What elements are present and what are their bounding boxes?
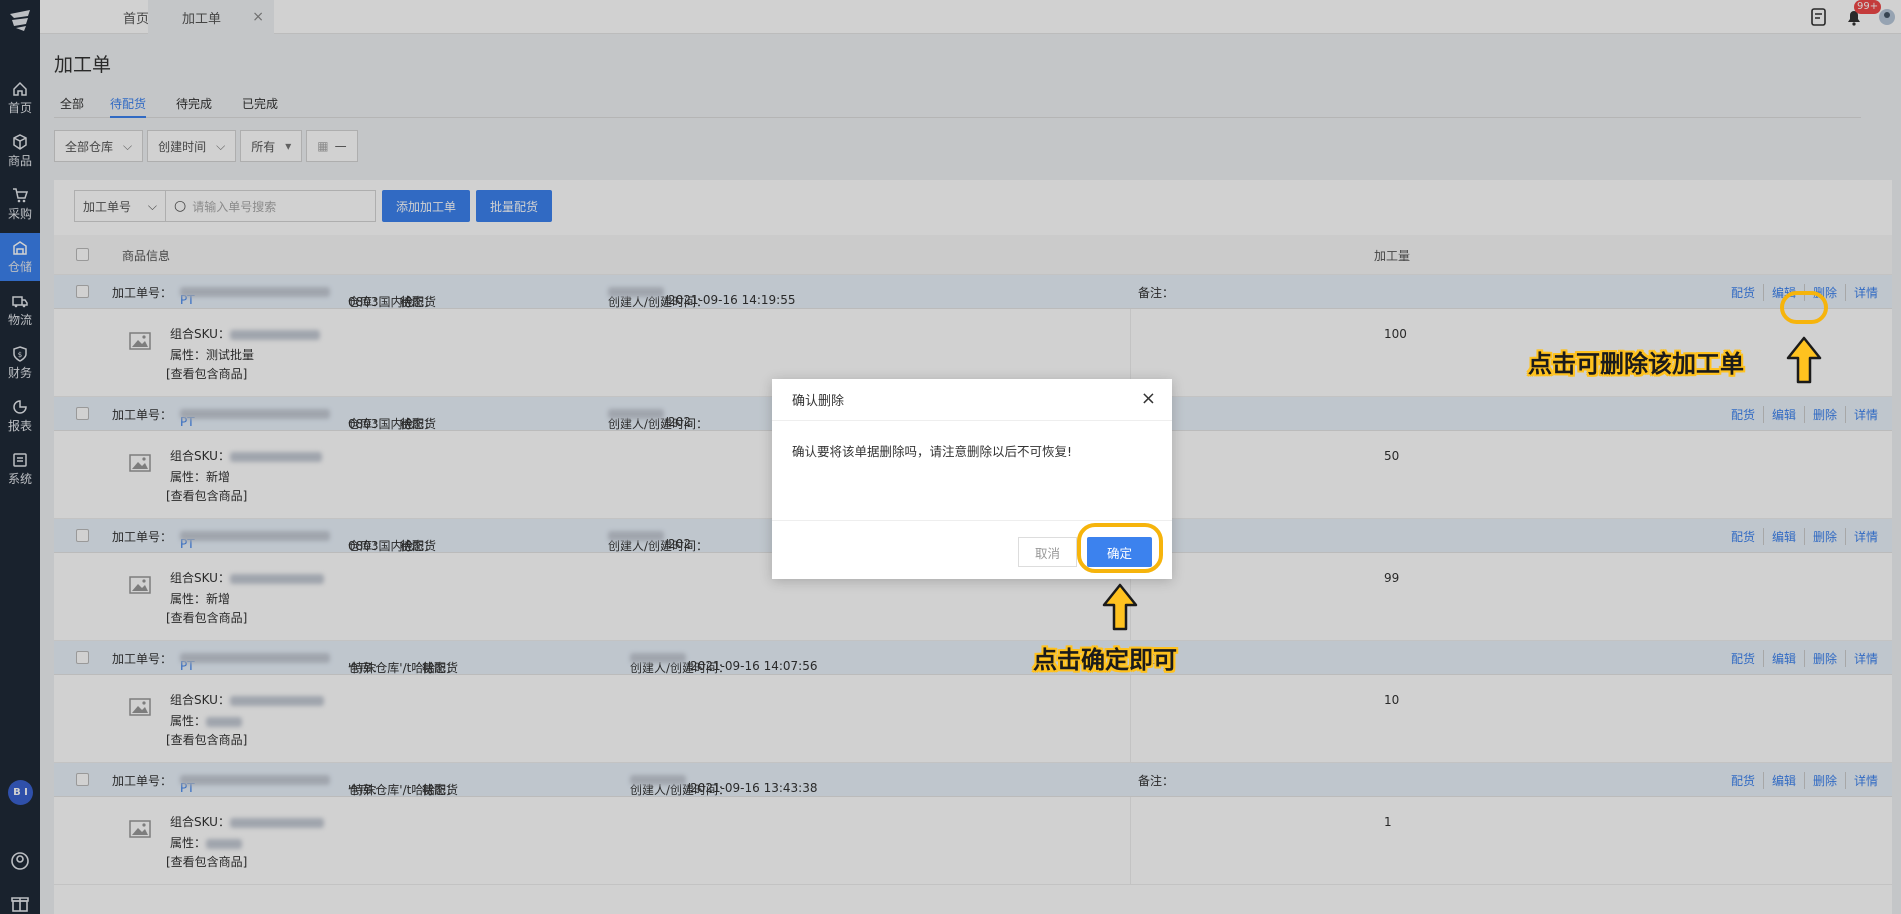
dialog-header: 确认删除 × <box>772 379 1172 421</box>
arrow-up-icon <box>1102 583 1138 631</box>
delete-hint-text: 点击可删除该加工单 <box>1528 350 1744 378</box>
dialog-title: 确认删除 <box>792 394 845 409</box>
dialog-message: 确认要将该单据删除吗，请注意删除以后不可恢复! <box>772 421 1172 521</box>
arrow-up-icon <box>1786 336 1822 384</box>
close-icon[interactable]: × <box>1141 390 1156 408</box>
delete-highlight-ring <box>1780 291 1828 324</box>
cancel-button[interactable]: 取消 <box>1017 537 1077 567</box>
ok-highlight-ring <box>1077 523 1163 573</box>
confirm-hint-text: 点击确定即可 <box>1033 646 1177 674</box>
